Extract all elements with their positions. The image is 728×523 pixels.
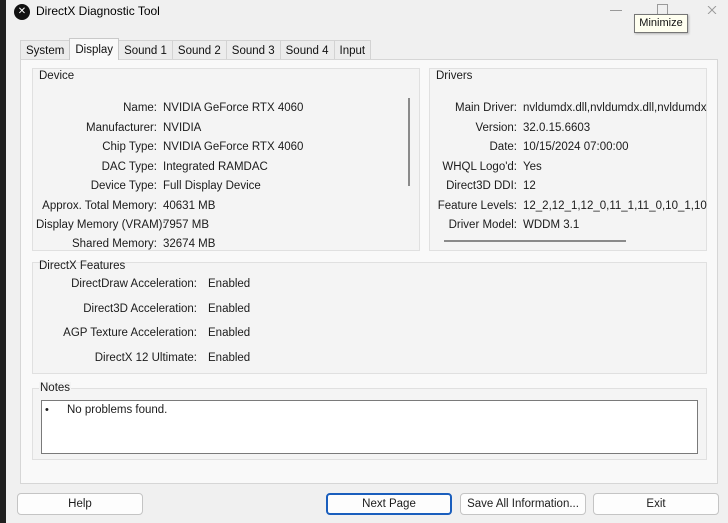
- feature-label: Direct3D Acceleration:: [83, 303, 197, 315]
- device-value: NVIDIA: [163, 122, 202, 134]
- device-scrollbar[interactable]: [408, 98, 410, 186]
- tab-system[interactable]: System: [20, 40, 71, 60]
- driver-value: nvldumdx.dll,nvldumdx.dll,nvldumdx.d: [523, 102, 707, 114]
- driver-label: WHQL Logo'd:: [442, 161, 517, 173]
- device-label: Device Type:: [90, 180, 157, 192]
- tab-sound-4[interactable]: Sound 4: [279, 40, 335, 60]
- device-group-title: Device: [39, 70, 75, 82]
- feature-value: Enabled: [208, 327, 251, 339]
- driver-label: Main Driver:: [455, 102, 517, 114]
- exit-button[interactable]: Exit: [593, 493, 719, 515]
- driver-value: Yes: [523, 161, 542, 173]
- notes-title: Notes: [39, 382, 72, 394]
- device-value: Full Display Device: [163, 180, 261, 192]
- close-icon[interactable]: [706, 6, 718, 14]
- driver-value: 12_2,12_1,12_0,11_1,11_0,10_1,10: [523, 200, 707, 212]
- driver-label: Direct3D DDI:: [446, 180, 517, 192]
- driver-label: Feature Levels:: [437, 200, 517, 212]
- device-label: Shared Memory:: [71, 238, 157, 250]
- tab-sound-3[interactable]: Sound 3: [225, 40, 281, 60]
- drivers-group-title: Drivers: [436, 70, 473, 82]
- driver-label: Driver Model:: [448, 219, 517, 231]
- desktop-edge: [0, 0, 6, 523]
- dxdiag-window: ✕ DirectX Diagnostic Tool Minimize Syste…: [0, 0, 728, 523]
- notes-textbox[interactable]: • No problems found.: [41, 400, 698, 454]
- minimize-icon[interactable]: [610, 10, 622, 11]
- directx-icon: ✕: [14, 4, 30, 20]
- driver-value: 12: [523, 180, 536, 192]
- feature-label: AGP Texture Acceleration:: [63, 327, 197, 339]
- driver-value: WDDM 3.1: [523, 219, 580, 231]
- device-label: Manufacturer:: [86, 122, 157, 134]
- help-button[interactable]: Help: [17, 493, 143, 515]
- next-page-button[interactable]: Next Page: [326, 493, 452, 515]
- minimize-tooltip: Minimize: [634, 14, 688, 33]
- save-all-information-button[interactable]: Save All Information...: [460, 493, 586, 515]
- title-bar[interactable]: ✕ DirectX Diagnostic Tool: [6, 0, 728, 30]
- directx-features-title: DirectX Features: [39, 260, 126, 272]
- device-value: 40631 MB: [163, 200, 216, 212]
- tab-sound-2[interactable]: Sound 2: [171, 40, 227, 60]
- driver-value: 32.0.15.6603: [523, 122, 591, 134]
- device-value: 7957 MB: [163, 219, 210, 231]
- feature-label: DirectX 12 Ultimate:: [94, 352, 197, 364]
- device-label: Approx. Total Memory:: [42, 200, 157, 212]
- tab-display[interactable]: Display: [69, 38, 120, 60]
- device-value: NVIDIA GeForce RTX 4060: [163, 141, 304, 153]
- feature-value: Enabled: [208, 352, 251, 364]
- device-label: Chip Type:: [102, 141, 157, 153]
- device-value: Integrated RAMDAC: [163, 161, 268, 173]
- note-item: No problems found.: [67, 404, 168, 416]
- tab-sound-1[interactable]: Sound 1: [118, 40, 173, 60]
- device-value: 32674 MB: [163, 238, 216, 250]
- device-label: Display Memory (VRAM):: [36, 219, 166, 231]
- device-label: DAC Type:: [101, 161, 157, 173]
- feature-label: DirectDraw Acceleration:: [71, 278, 197, 290]
- window-title: DirectX Diagnostic Tool: [36, 4, 160, 18]
- bullet-icon: •: [45, 404, 49, 416]
- feature-value: Enabled: [208, 278, 251, 290]
- driver-label: Date:: [489, 141, 518, 153]
- tab-strip: System Display Sound 1 Sound 2 Sound 3 S…: [20, 38, 372, 60]
- driver-label: Version:: [475, 122, 517, 134]
- feature-value: Enabled: [208, 303, 251, 315]
- device-label: Name:: [123, 102, 157, 114]
- device-value: NVIDIA GeForce RTX 4060: [163, 102, 304, 114]
- driver-value: 10/15/2024 07:00:00: [523, 141, 629, 153]
- drivers-scrollbar[interactable]: [444, 240, 626, 242]
- tab-input[interactable]: Input: [333, 40, 372, 60]
